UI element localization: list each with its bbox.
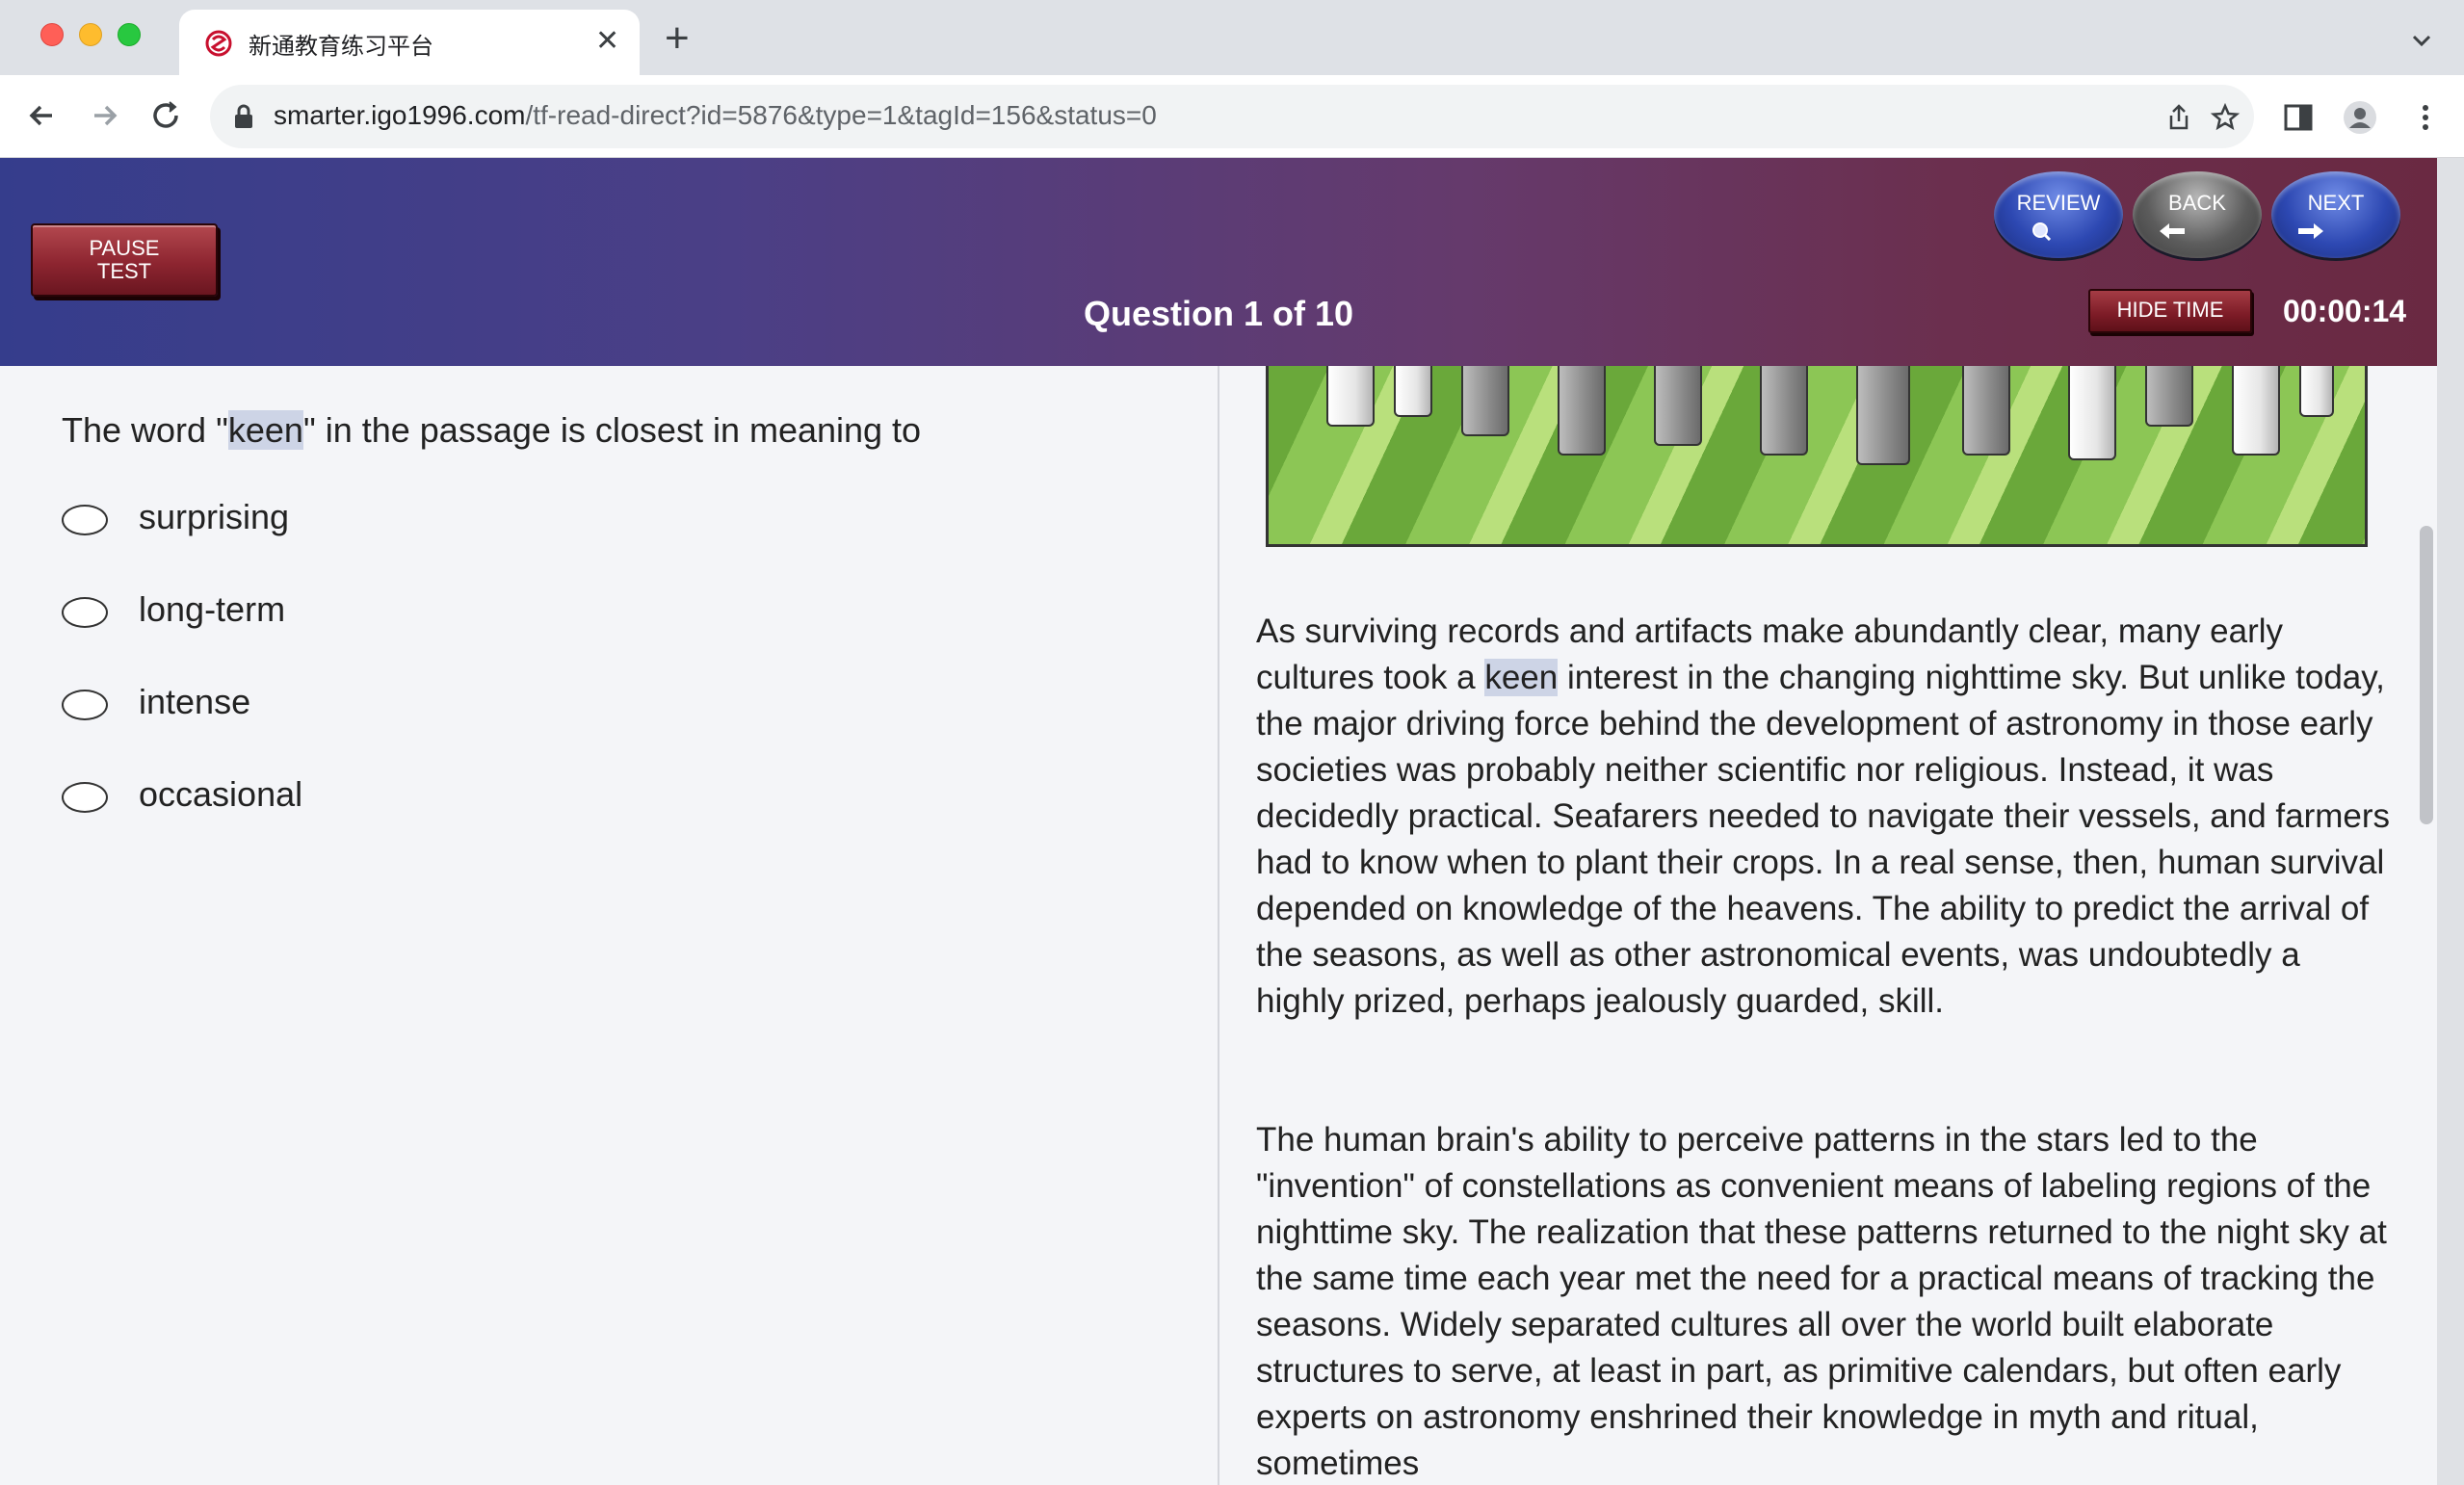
option-label: intense (139, 682, 251, 721)
share-icon[interactable] (2163, 102, 2194, 133)
radio-button[interactable] (62, 690, 108, 720)
site-favicon-icon (205, 30, 232, 57)
stonehenge-illustration (1266, 366, 2368, 547)
review-magnifier-icon (2032, 222, 2052, 241)
tab-search-chevron-icon[interactable] (2406, 25, 2437, 56)
review-button[interactable]: REVIEW (1994, 171, 2123, 258)
back-arrow-icon (2160, 223, 2185, 239)
browser-tab-active[interactable]: 新通教育练习平台 ✕ (179, 10, 640, 75)
review-label: REVIEW (2016, 191, 2101, 215)
pause-label-line1: PAUSE (89, 236, 160, 260)
next-button[interactable]: NEXT (2271, 171, 2400, 258)
option-label: occasional (139, 774, 303, 814)
passage-text-after: interest in the changing nighttime sky. … (1256, 659, 2391, 1020)
browser-menu-icon[interactable] (2408, 100, 2443, 135)
radio-button[interactable] (62, 782, 108, 813)
passage-highlighted-word: keen (1484, 659, 1559, 696)
window-close-button[interactable] (40, 23, 64, 46)
pause-test-button[interactable]: PAUSE TEST (31, 223, 218, 297)
back-button[interactable]: BACK (2133, 171, 2262, 258)
profile-avatar-icon[interactable] (2343, 100, 2377, 135)
next-label: NEXT (2307, 191, 2365, 215)
passage-paragraph-2: The human brain's ability to perceive pa… (1256, 1121, 2387, 1482)
browser-toolbar: smarter.igo1996.com/tf-read-direct?id=58… (0, 75, 2464, 158)
hide-time-button[interactable]: HIDE TIME (2088, 289, 2252, 333)
test-header-bar: PAUSE TEST Question 1 of 10 REVIEW BACK … (0, 158, 2437, 366)
stem-text-before: The word " (62, 410, 228, 450)
address-bar[interactable]: smarter.igo1996.com/tf-read-direct?id=58… (210, 85, 2254, 148)
tab-title: 新通教育练习平台 (249, 34, 433, 60)
back-label: BACK (2168, 191, 2226, 215)
test-content-area: The word "keen" in the passage is closes… (0, 366, 2437, 1485)
question-pane: The word "keen" in the passage is closes… (0, 366, 1218, 1485)
timer: 00:00:14 (2283, 294, 2407, 328)
passage-paragraph-1: As surviving records and artifacts make … (1256, 609, 2393, 1025)
passage-scrollbar[interactable] (2420, 526, 2433, 824)
side-panel-icon[interactable] (2281, 100, 2316, 135)
next-arrow-icon (2298, 223, 2323, 239)
url-text[interactable]: smarter.igo1996.com/tf-read-direct?id=58… (274, 100, 1157, 131)
radio-button[interactable] (62, 505, 108, 535)
new-tab-icon[interactable]: + (665, 17, 690, 60)
close-tab-icon[interactable]: ✕ (595, 25, 619, 58)
stem-text-after: " in the passage is closest in meaning t… (302, 410, 922, 450)
option-label: surprising (139, 497, 290, 536)
question-stem: The word "keen" in the passage is closes… (62, 410, 921, 451)
reload-icon[interactable] (146, 96, 185, 135)
url-host: smarter.igo1996.com (274, 100, 526, 130)
stem-highlighted-word: keen (227, 410, 303, 450)
window-zoom-button[interactable] (118, 23, 141, 46)
bookmark-star-icon[interactable] (2210, 102, 2241, 133)
option-label: long-term (139, 589, 286, 629)
radio-button[interactable] (62, 597, 108, 628)
passage-pane[interactable]: As surviving records and artifacts make … (1219, 366, 2437, 1485)
browser-tab-strip: 新通教育练习平台 ✕ + (0, 0, 2464, 75)
back-arrow-icon[interactable] (23, 96, 62, 135)
lock-icon (235, 104, 252, 128)
question-counter: Question 1 of 10 (1083, 294, 1354, 333)
window-minimize-button[interactable] (79, 23, 102, 46)
pause-label-line2: TEST (96, 259, 152, 283)
url-path: /tf-read-direct?id=5876&type=1&tagId=156… (525, 100, 1157, 130)
forward-arrow-icon[interactable] (85, 96, 123, 135)
